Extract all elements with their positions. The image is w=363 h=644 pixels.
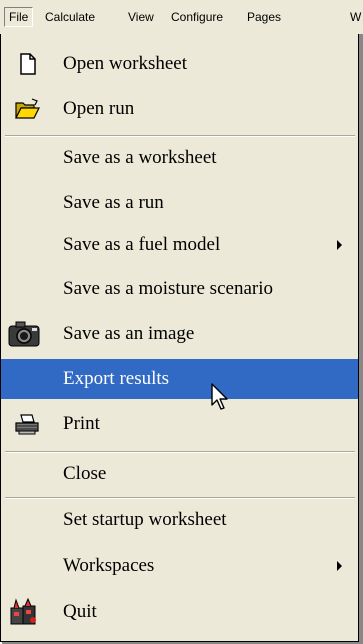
menu-item-label: Open run (63, 98, 135, 119)
menu-configure[interactable]: Configure (171, 0, 223, 34)
menu-shadow (359, 34, 363, 644)
menu-item-label: Open worksheet (63, 53, 187, 74)
menu-item-label: Save as an image (63, 323, 195, 344)
menu-item-print[interactable]: Print (1, 404, 358, 444)
menu-separator (5, 135, 355, 137)
mouse-cursor-icon (211, 383, 228, 410)
menu-item-label: Quit (63, 601, 97, 622)
menu-item-quit[interactable]: Quit (1, 592, 358, 632)
menu-item-export-results[interactable]: Export results (1, 359, 358, 399)
menu-item-open-worksheet[interactable]: Open worksheet (1, 44, 358, 84)
menu-item-save-fuel-model[interactable]: Save as a fuel model (1, 225, 358, 265)
document-icon (20, 53, 36, 75)
menu-file[interactable]: File (4, 7, 34, 27)
menu-item-save-moisture-scenario[interactable]: Save as a moisture scenario (1, 269, 358, 309)
quit-icon (10, 597, 36, 625)
menu-item-label: Export results (63, 368, 170, 389)
menu-item-save-run[interactable]: Save as a run (1, 183, 358, 223)
submenu-arrow-icon (337, 240, 342, 250)
menu-item-label: Close (63, 463, 107, 484)
menu-item-label: Save as a moisture scenario (63, 278, 273, 299)
submenu-arrow-icon (337, 561, 342, 571)
menu-item-save-image[interactable]: Save as an image (1, 314, 358, 354)
menu-separator (5, 451, 355, 453)
menu-item-label: Save as a fuel model (63, 234, 221, 255)
menu-separator (5, 497, 355, 499)
menu-item-label: Workspaces (63, 555, 155, 576)
menu-item-open-run[interactable]: Open run (1, 89, 358, 129)
open-folder-icon (15, 98, 40, 119)
menu-item-label: Print (63, 413, 100, 434)
camera-icon (8, 321, 40, 347)
printer-icon (15, 414, 39, 435)
menu-item-save-worksheet[interactable]: Save as a worksheet (1, 138, 358, 178)
menu-item-label: Set startup worksheet (63, 509, 227, 530)
menu-item-close[interactable]: Close (1, 454, 358, 494)
menu-item-label: Save as a worksheet (63, 147, 217, 168)
menu-pages[interactable]: Pages (247, 0, 281, 34)
menu-item-label: Save as a run (63, 192, 164, 213)
menu-view[interactable]: View (128, 0, 154, 34)
menu-item-workspaces[interactable]: Workspaces (1, 546, 358, 586)
menu-calculate[interactable]: Calculate (45, 0, 95, 34)
menu-item-set-startup-worksheet[interactable]: Set startup worksheet (1, 500, 358, 540)
menu-bar: File Calculate View Configure Pages W (0, 0, 363, 35)
file-menu: Open worksheet Open run Save as a worksh… (0, 34, 359, 642)
menu-window[interactable]: W (350, 0, 361, 34)
